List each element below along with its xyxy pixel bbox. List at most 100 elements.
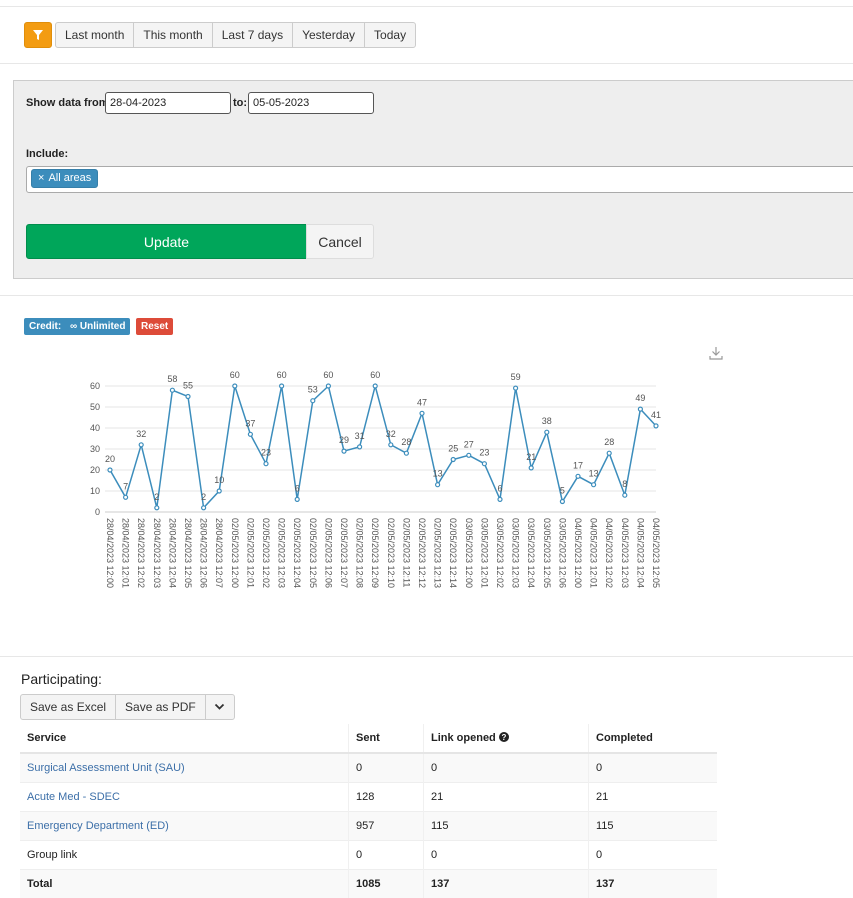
sent-cell: 128 bbox=[349, 783, 424, 812]
x-tick-label: 28/04/2023 12:07 bbox=[214, 518, 224, 588]
data-point bbox=[342, 449, 346, 453]
participating-table: Service Sent Link opened ? Completed Sur… bbox=[20, 724, 717, 898]
service-link[interactable]: Acute Med - SDEC bbox=[27, 791, 120, 803]
x-tick-label: 04/05/2023 12:02 bbox=[604, 518, 614, 588]
data-label: 32 bbox=[386, 429, 396, 439]
data-point bbox=[233, 384, 237, 388]
y-tick-label: 50 bbox=[90, 402, 100, 412]
cancel-button[interactable]: Cancel bbox=[306, 224, 374, 259]
data-point bbox=[436, 483, 440, 487]
table-row: Acute Med - SDEC1282121 bbox=[20, 783, 717, 812]
y-tick-label: 10 bbox=[90, 486, 100, 496]
data-label: 58 bbox=[167, 374, 177, 384]
x-tick-label: 02/05/2023 12:03 bbox=[277, 518, 287, 588]
data-point bbox=[467, 453, 471, 457]
export-group: Save as Excel Save as PDF bbox=[20, 694, 235, 720]
x-tick-label: 02/05/2023 12:01 bbox=[245, 518, 255, 588]
data-label: 47 bbox=[417, 397, 427, 407]
top-divider bbox=[0, 6, 853, 7]
data-point bbox=[545, 430, 549, 434]
col-completed[interactable]: Completed bbox=[589, 724, 718, 753]
completed-cell: 0 bbox=[589, 753, 718, 783]
data-label: 60 bbox=[323, 370, 333, 380]
data-label: 7 bbox=[123, 481, 128, 491]
save-excel-button[interactable]: Save as Excel bbox=[20, 694, 116, 720]
data-point bbox=[373, 384, 377, 388]
filter-toggle-button[interactable] bbox=[24, 22, 52, 48]
x-tick-label: 02/05/2023 12:09 bbox=[370, 518, 380, 588]
data-label: 37 bbox=[245, 418, 255, 428]
service-label: Group link bbox=[27, 849, 77, 861]
data-point bbox=[108, 468, 112, 472]
range-last-7-days-button[interactable]: Last 7 days bbox=[212, 22, 293, 48]
sent-cell: 0 bbox=[349, 841, 424, 870]
question-circle-icon[interactable]: ? bbox=[499, 732, 509, 742]
x-tick-label: 02/05/2023 12:13 bbox=[433, 518, 443, 588]
data-label: 23 bbox=[261, 448, 271, 458]
x-tick-label: 28/04/2023 12:05 bbox=[183, 518, 193, 588]
x-tick-label: 02/05/2023 12:14 bbox=[448, 518, 458, 588]
include-select[interactable] bbox=[26, 166, 853, 193]
data-label: 49 bbox=[635, 393, 645, 403]
col-service[interactable]: Service bbox=[20, 724, 349, 753]
col-sent[interactable]: Sent bbox=[349, 724, 424, 753]
reset-button[interactable]: Reset bbox=[136, 318, 173, 335]
export-dropdown-button[interactable] bbox=[205, 694, 235, 720]
to-label: to: bbox=[233, 97, 247, 109]
link-opened-cell: 137 bbox=[424, 870, 589, 898]
update-button[interactable]: Update bbox=[26, 224, 307, 259]
x-tick-label: 03/05/2023 12:06 bbox=[557, 518, 567, 588]
y-tick-label: 20 bbox=[90, 465, 100, 475]
data-label: 17 bbox=[573, 460, 583, 470]
data-point bbox=[498, 497, 502, 501]
x-tick-label: 04/05/2023 12:03 bbox=[620, 518, 630, 588]
completed-cell: 137 bbox=[589, 870, 718, 898]
include-label: Include: bbox=[26, 148, 68, 160]
table-total-row: Total1085137137 bbox=[20, 870, 717, 898]
data-point bbox=[248, 432, 252, 436]
completed-cell: 0 bbox=[589, 841, 718, 870]
participating-title: Participating: bbox=[21, 671, 102, 687]
col-link-opened[interactable]: Link opened ? bbox=[424, 724, 589, 753]
sent-cell: 0 bbox=[349, 753, 424, 783]
x-tick-label: 02/05/2023 12:05 bbox=[308, 518, 318, 588]
data-label: 5 bbox=[560, 486, 565, 496]
x-tick-label: 02/05/2023 12:08 bbox=[355, 518, 365, 588]
data-point bbox=[155, 506, 159, 510]
data-point bbox=[514, 386, 518, 390]
filter-icon bbox=[33, 30, 43, 40]
data-point bbox=[420, 411, 424, 415]
x-tick-label: 28/04/2023 12:02 bbox=[136, 518, 146, 588]
data-point bbox=[264, 462, 268, 466]
range-last-month-button[interactable]: Last month bbox=[55, 22, 134, 48]
data-point bbox=[326, 384, 330, 388]
table-row: Emergency Department (ED)957115115 bbox=[20, 812, 717, 841]
data-label: 13 bbox=[589, 469, 599, 479]
data-label: 13 bbox=[433, 469, 443, 479]
remove-tag-icon[interactable]: × bbox=[38, 170, 44, 187]
range-yesterday-button[interactable]: Yesterday bbox=[292, 22, 365, 48]
data-label: 21 bbox=[526, 452, 536, 462]
data-point bbox=[404, 451, 408, 455]
save-pdf-button[interactable]: Save as PDF bbox=[115, 694, 206, 720]
data-point bbox=[529, 466, 533, 470]
x-tick-label: 02/05/2023 12:04 bbox=[292, 518, 302, 588]
x-tick-label: 04/05/2023 12:04 bbox=[635, 518, 645, 588]
include-tag-label: All areas bbox=[48, 170, 91, 187]
data-point bbox=[560, 500, 564, 504]
service-link[interactable]: Emergency Department (ED) bbox=[27, 820, 169, 832]
range-this-month-button[interactable]: This month bbox=[133, 22, 212, 48]
range-today-button[interactable]: Today bbox=[364, 22, 416, 48]
download-icon[interactable] bbox=[709, 346, 723, 360]
y-tick-label: 30 bbox=[90, 444, 100, 454]
x-tick-label: 02/05/2023 12:10 bbox=[386, 518, 396, 588]
data-label: 20 bbox=[105, 454, 115, 464]
credit-label: Credit: bbox=[29, 321, 61, 332]
service-link[interactable]: Surgical Assessment Unit (SAU) bbox=[27, 762, 185, 774]
service-label: Total bbox=[27, 878, 52, 890]
filter-divider bbox=[0, 63, 853, 64]
to-date-input[interactable]: 05-05-2023 bbox=[248, 92, 374, 114]
service-cell: Acute Med - SDEC bbox=[20, 783, 349, 812]
data-label: 8 bbox=[622, 479, 627, 489]
from-date-input[interactable]: 28-04-2023 bbox=[105, 92, 231, 114]
